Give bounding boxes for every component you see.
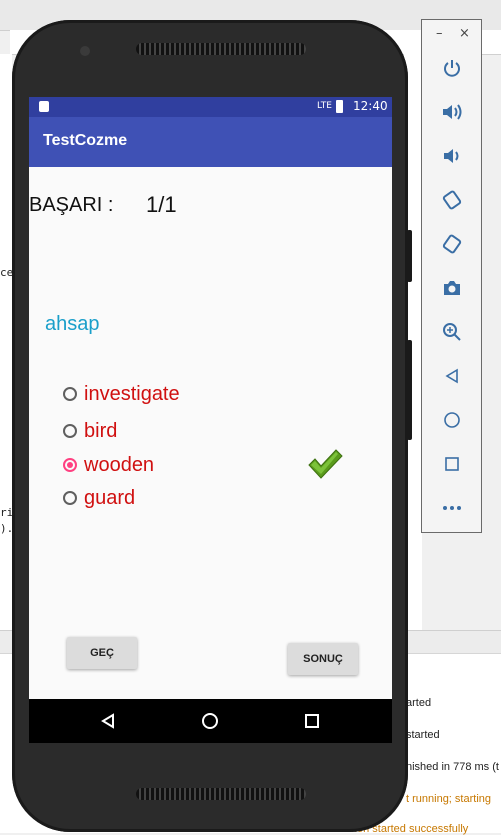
android-nav-bar: [29, 699, 392, 743]
option-investigate[interactable]: investigate: [63, 381, 180, 407]
question-word: ahsap: [45, 313, 100, 335]
skip-button[interactable]: GEÇ: [67, 637, 137, 669]
option-label: investigate: [84, 382, 180, 405]
overview-icon[interactable]: [440, 452, 464, 476]
rotate-left-icon[interactable]: [440, 188, 464, 212]
log-line: started: [406, 729, 440, 741]
app-bar: TestCozme: [29, 117, 392, 167]
emulator-control-panel: – ×: [421, 19, 482, 533]
status-time: 12:40: [353, 99, 388, 113]
radio-button[interactable]: [63, 387, 77, 401]
volume-up-icon[interactable]: [440, 100, 464, 124]
result-button[interactable]: SONUÇ: [288, 643, 358, 675]
radio-button[interactable]: [63, 491, 77, 505]
volume-down-icon[interactable]: [440, 144, 464, 168]
rotate-right-icon[interactable]: [440, 232, 464, 256]
log-line: t running; starting: [406, 793, 491, 805]
minimize-button[interactable]: –: [436, 26, 443, 41]
side-button: [407, 340, 412, 440]
battery-icon: [336, 100, 343, 113]
home-icon[interactable]: [200, 711, 220, 731]
app-title: TestCozme: [43, 132, 128, 149]
option-guard[interactable]: guard: [63, 485, 135, 511]
signal-icon: LTE: [317, 101, 332, 111]
ide-editor-left: ce ri ).: [0, 54, 13, 630]
power-icon[interactable]: [440, 56, 464, 80]
status-bar: LTE 12:40: [29, 97, 392, 117]
option-label: bird: [84, 419, 118, 442]
back-icon[interactable]: [440, 364, 464, 388]
radio-button[interactable]: [63, 424, 77, 438]
option-bird[interactable]: bird: [63, 418, 117, 444]
more-icon[interactable]: [440, 496, 464, 520]
recents-icon[interactable]: [302, 711, 322, 731]
option-label: wooden: [84, 453, 155, 476]
zoom-icon[interactable]: [440, 320, 464, 344]
close-button[interactable]: ×: [459, 26, 470, 41]
side-button: [407, 230, 412, 282]
score-value: 1/1: [146, 192, 177, 217]
option-wooden[interactable]: wooden: [63, 452, 154, 478]
back-icon[interactable]: [98, 711, 118, 731]
option-label: guard: [84, 486, 136, 509]
phone-screen: LTE 12:40 TestCozme BAŞARI : 1/1 ahsap i…: [29, 97, 392, 741]
top-speaker: [136, 43, 306, 55]
front-camera: [80, 46, 90, 56]
log-line: nished in 778 ms (t: [406, 761, 499, 773]
log-line: arted: [406, 697, 432, 709]
sd-card-icon: [39, 101, 49, 112]
check-mark-icon: [308, 449, 343, 479]
home-icon[interactable]: [440, 408, 464, 432]
radio-button-checked[interactable]: [63, 458, 77, 472]
score-label: BAŞARI :: [29, 194, 114, 216]
camera-icon[interactable]: [440, 276, 464, 300]
bottom-speaker: [136, 788, 306, 800]
